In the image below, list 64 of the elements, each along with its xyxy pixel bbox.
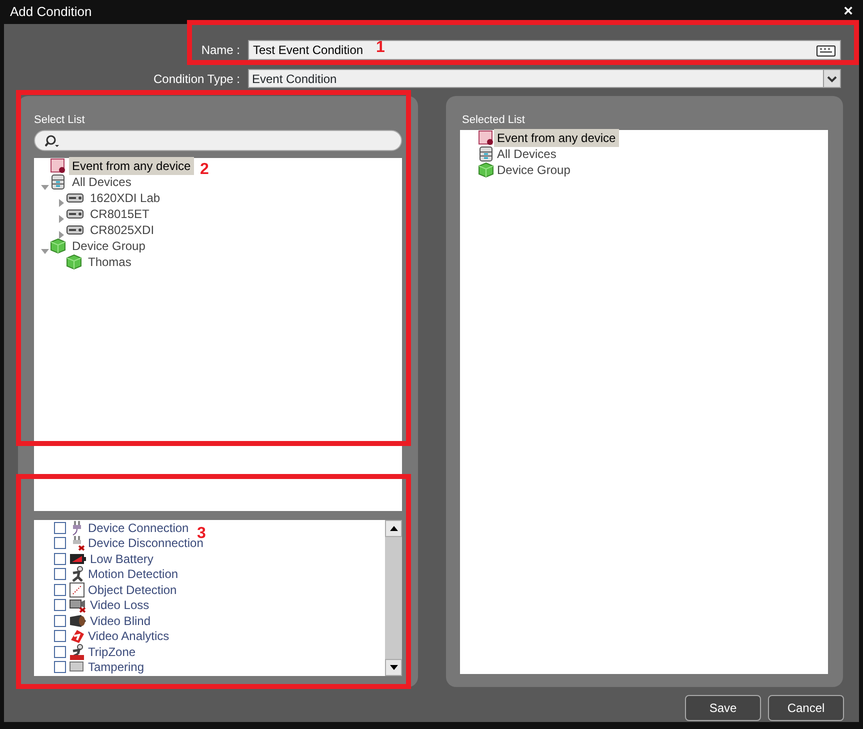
grid-icon xyxy=(69,582,85,598)
event-label: Object Detection xyxy=(87,582,178,599)
tree-item[interactable]: All Devices xyxy=(69,173,134,191)
condition-type-dropdown[interactable]: Event Condition xyxy=(248,69,841,88)
event-label: Tampering xyxy=(87,659,146,676)
checkbox[interactable] xyxy=(54,522,66,534)
search-icon xyxy=(45,134,61,148)
panel-title: Selected List xyxy=(462,112,526,128)
expand-arrow-icon[interactable] xyxy=(56,214,66,224)
tree-item[interactable]: 1620XDI Lab xyxy=(87,189,164,207)
dialog-button[interactable]: Save xyxy=(685,695,761,721)
keyboard-icon xyxy=(816,43,836,57)
recorder-icon xyxy=(66,224,84,236)
tree-item[interactable]: Device Group xyxy=(69,237,148,255)
tree-item[interactable]: CR8025XDI xyxy=(87,221,158,239)
field-label: Condition Type : xyxy=(152,70,241,88)
event-label: Video Loss xyxy=(89,597,150,614)
checkbox[interactable] xyxy=(54,646,66,658)
event-label: Video Analytics xyxy=(87,628,170,646)
cube-icon xyxy=(478,162,494,178)
close-button[interactable]: × xyxy=(844,4,853,20)
dropdown-caret-icon xyxy=(827,74,837,82)
lens-icon xyxy=(69,612,87,629)
checkbox[interactable] xyxy=(54,552,66,565)
checkbox[interactable] xyxy=(54,661,66,674)
cube-icon xyxy=(66,254,82,270)
event-icon xyxy=(50,158,66,174)
checkbox[interactable] xyxy=(54,537,66,550)
annotation-number: 3 xyxy=(197,526,206,542)
scroll-down-icon xyxy=(390,665,398,670)
event-label: Motion Detection xyxy=(87,566,180,584)
checkbox[interactable] xyxy=(54,584,66,596)
event-icon xyxy=(478,130,494,146)
recorder-icon xyxy=(66,192,84,204)
annotation-number: 1 xyxy=(376,40,385,56)
list-item[interactable]: Event from any device xyxy=(494,129,619,147)
expand-arrow-icon[interactable] xyxy=(56,198,66,208)
tree-item[interactable]: CR8015ET xyxy=(87,205,152,223)
panel-title: Select List xyxy=(34,112,86,128)
server-icon xyxy=(478,146,494,162)
search-field[interactable] xyxy=(34,130,402,151)
event-label: Video Blind xyxy=(89,612,152,630)
checkbox[interactable] xyxy=(54,568,66,580)
field-label: Name : xyxy=(200,42,241,59)
cube-icon xyxy=(50,238,66,254)
checkbox[interactable] xyxy=(54,599,66,612)
server-icon xyxy=(50,174,66,190)
checkbox[interactable] xyxy=(54,614,66,627)
list-item[interactable]: Device Group xyxy=(494,161,574,179)
tree-item[interactable]: Event from any device xyxy=(69,157,194,175)
tree-item[interactable]: Thomas xyxy=(85,253,134,271)
scroll-up-icon xyxy=(390,526,398,531)
annotation-number: 2 xyxy=(200,162,209,178)
event-label: Device Connection xyxy=(87,520,190,537)
dialog-button[interactable]: Cancel xyxy=(768,695,844,721)
battery-icon xyxy=(69,552,87,566)
list-item[interactable]: All Devices xyxy=(494,145,560,163)
event-label: TripZone xyxy=(87,644,137,661)
event-label: Low Battery xyxy=(89,550,154,568)
recorder-icon xyxy=(66,208,84,220)
checkbox[interactable] xyxy=(54,630,66,642)
scrollbar[interactable] xyxy=(385,520,402,676)
window-title: Add Condition xyxy=(10,3,92,22)
expand-arrow-icon[interactable] xyxy=(56,230,66,240)
